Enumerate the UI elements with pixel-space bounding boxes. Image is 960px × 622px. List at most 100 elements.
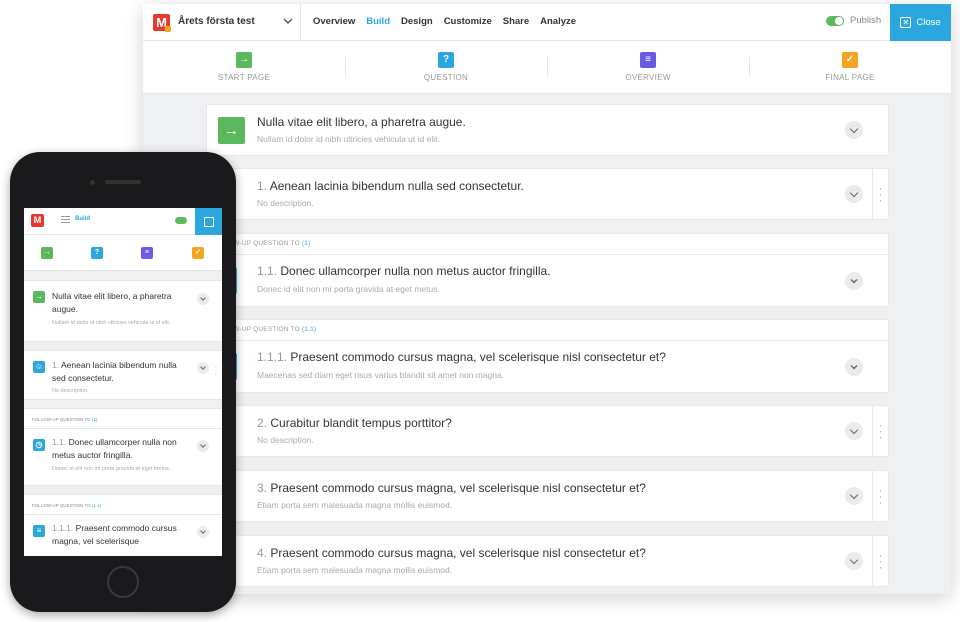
- drag-handle-icon[interactable]: · · ·: [872, 471, 888, 521]
- step-label: START PAGE: [217, 73, 271, 82]
- question-description: Etiam porta sem malesuada magna mollis e…: [257, 565, 453, 575]
- expand-chevron-icon[interactable]: [845, 272, 863, 290]
- question-description: Maecenas sed diam eget risus varius blan…: [257, 370, 505, 380]
- publish-toggle[interactable]: [826, 15, 844, 26]
- expand-chevron-icon[interactable]: [197, 526, 209, 538]
- drag-handle-icon[interactable]: · · ·: [872, 406, 888, 456]
- expand-chevron-icon[interactable]: [845, 121, 863, 139]
- divider: [24, 514, 222, 515]
- list-icon[interactable]: ≡: [141, 247, 153, 259]
- thumbs-icon: ◷: [33, 439, 45, 451]
- arrow-right-icon: →: [218, 117, 245, 144]
- close-button[interactable]: [195, 208, 222, 235]
- question-description: Donec id elit non mi porta gravida at eg…: [257, 284, 440, 294]
- close-label: Close: [916, 17, 941, 28]
- question-icon: ?: [438, 52, 454, 68]
- follow-up-label: FOLLOW-UP QUESTION TO (1): [32, 417, 98, 422]
- step-label: QUESTION: [423, 73, 469, 82]
- step-bar: → START PAGE ? QUESTION ≡ OVERVIEW ✓ FIN…: [143, 41, 951, 94]
- mobile-step-bar: → ? ≡ ✓: [24, 235, 222, 271]
- nav-customize[interactable]: Customize: [444, 16, 492, 27]
- arrow-right-icon: →: [236, 52, 252, 68]
- mobile-start-card[interactable]: → Nulla vitae elit libero, a pharetra au…: [24, 280, 222, 342]
- question-description: Donec id elit non mi porta gravida at eg…: [52, 466, 171, 472]
- phone-mockup: M Build → ? ≡ ✓ → Nulla vitae elit liber…: [10, 152, 236, 612]
- expand-chevron-icon[interactable]: [845, 487, 863, 505]
- camera-icon: [90, 180, 95, 185]
- step-final-page[interactable]: ✓ FINAL PAGE: [749, 41, 951, 94]
- start-page-card[interactable]: → Nulla vitae elit libero, a pharetra au…: [206, 104, 889, 156]
- question-title[interactable]: 1.1. Donec ullamcorper nulla non metus a…: [257, 264, 551, 278]
- drag-handle-icon[interactable]: · · ·: [212, 363, 220, 379]
- mobile-build-label[interactable]: Build: [75, 216, 90, 222]
- step-overview[interactable]: ≡ OVERVIEW: [547, 41, 749, 94]
- desktop-window: M Årets första test Overview Build Desig…: [143, 4, 951, 594]
- nav-overview[interactable]: Overview: [313, 16, 355, 27]
- mobile-follow-up-group: FOLLOW-UP QUESTION TO (1.1) ≡ 1.1.1. Pra…: [24, 494, 222, 556]
- question-title[interactable]: 1.1. Donec ullamcorper nulla non metus a…: [52, 436, 192, 462]
- follow-up-label: FOLLOW-UP QUESTION TO (1.1): [32, 503, 102, 508]
- nav-build[interactable]: Build: [366, 16, 390, 27]
- arrow-right-icon: →: [33, 291, 45, 303]
- question-title: 2. Curabitur blandit tempus porttitor?: [257, 416, 452, 430]
- phone-screen: M Build → ? ≡ ✓ → Nulla vitae elit liber…: [24, 208, 222, 556]
- home-button[interactable]: [107, 566, 139, 598]
- menu-icon[interactable]: [61, 216, 70, 223]
- drag-handle-icon[interactable]: · · ·: [872, 536, 888, 586]
- divider: [24, 428, 222, 429]
- expand-chevron-icon[interactable]: [845, 185, 863, 203]
- follow-up-label: OW-UP QUESTION TO (1.1): [228, 326, 317, 333]
- question-card[interactable]: ◔ 3. Praesent commodo cursus magna, vel …: [194, 470, 889, 522]
- card-description: Nullam id dolor id nibh ultricies vehicu…: [52, 320, 171, 326]
- follow-up-label: OW-UP QUESTION TO (1): [228, 240, 311, 247]
- question-title: 1. Aenean lacinia bibendum nulla sed con…: [52, 360, 177, 383]
- expand-chevron-icon[interactable]: [845, 422, 863, 440]
- speaker-icon: [105, 180, 141, 184]
- list-icon: ≡: [640, 52, 656, 68]
- question-icon[interactable]: ?: [91, 247, 103, 259]
- expand-chevron-icon[interactable]: [197, 293, 209, 305]
- arrow-right-icon[interactable]: →: [41, 247, 53, 259]
- question-title[interactable]: 1.1.1. Praesent commodo cursus magna, ve…: [257, 350, 666, 364]
- mobile-question-card[interactable]: ☺ 1. Aenean lacinia bibendum nulla sed c…: [24, 350, 222, 400]
- chevron-down-icon[interactable]: [281, 14, 295, 28]
- step-start-page[interactable]: → START PAGE: [143, 41, 345, 94]
- mobile-follow-up-group: FOLLOW-UP QUESTION TO (1) ◷ 1.1. Donec u…: [24, 408, 222, 486]
- nav-share[interactable]: Share: [503, 16, 529, 27]
- step-label: OVERVIEW: [625, 73, 671, 82]
- nav-design[interactable]: Design: [401, 16, 433, 27]
- question-description: Etiam porta sem malesuada magna mollis e…: [257, 500, 453, 510]
- expand-chevron-icon[interactable]: [845, 358, 863, 376]
- question-title[interactable]: 1.1.1. Praesent commodo cursus magna, ve…: [52, 522, 192, 548]
- question-card[interactable]: ☺ 1. Aenean lacinia bibendum nulla sed c…: [194, 168, 889, 220]
- question-type-icon: ☺: [33, 361, 45, 373]
- divider: [228, 340, 888, 341]
- mobile-top-bar: M Build: [24, 208, 222, 235]
- step-question[interactable]: ? QUESTION: [345, 41, 547, 94]
- app-logo[interactable]: M: [31, 214, 44, 227]
- card-title: Nulla vitae elit libero, a pharetra augu…: [52, 291, 172, 314]
- divider: [300, 4, 301, 41]
- expand-chevron-icon[interactable]: [845, 552, 863, 570]
- step-label: FINAL PAGE: [825, 73, 875, 82]
- card-description: Nullam id dolor id nibh ultricies vehicu…: [257, 134, 440, 144]
- publish-toggle[interactable]: [175, 217, 187, 224]
- stage: M Årets första test Overview Build Desig…: [0, 0, 960, 622]
- app-logo[interactable]: M: [153, 14, 171, 32]
- card-title: Nulla vitae elit libero, a pharetra augu…: [257, 115, 466, 129]
- drag-handle-icon[interactable]: · · ·: [872, 169, 888, 219]
- question-card[interactable]: 2. Curabitur blandit tempus porttitor? N…: [194, 405, 889, 457]
- publish-control: Publish: [826, 15, 881, 26]
- survey-title[interactable]: Årets första test: [178, 16, 255, 27]
- divider: [228, 254, 888, 255]
- list-icon: ≡: [33, 525, 45, 537]
- close-icon: ✕: [900, 17, 912, 28]
- question-card[interactable]: ☆ 4. Praesent commodo cursus magna, vel …: [194, 535, 889, 587]
- question-title: 1. Aenean lacinia bibendum nulla sed con…: [257, 179, 524, 193]
- nav-analyze[interactable]: Analyze: [540, 16, 576, 27]
- question-title: 4. Praesent commodo cursus magna, vel sc…: [257, 546, 646, 560]
- close-button[interactable]: ✕ Close: [890, 4, 951, 41]
- expand-chevron-icon[interactable]: [197, 362, 209, 374]
- expand-chevron-icon[interactable]: [197, 440, 209, 452]
- check-icon[interactable]: ✓: [192, 247, 204, 259]
